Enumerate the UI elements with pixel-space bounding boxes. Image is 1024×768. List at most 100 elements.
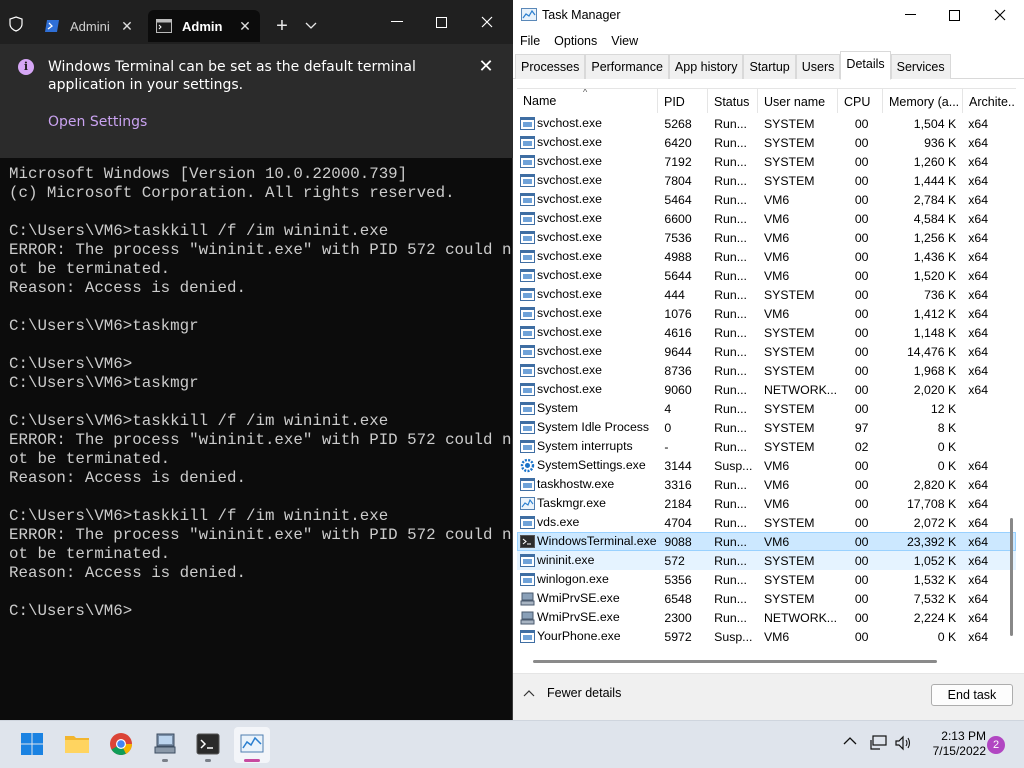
minimize-button[interactable] [374, 4, 420, 40]
table-row[interactable]: svchost.exe 5644 Run... VM6 00 1,520 K x64 [517, 266, 1016, 285]
table-row[interactable]: svchost.exe 7192 Run... SYSTEM 00 1,260 K x64 [517, 152, 1016, 171]
table-row[interactable]: svchost.exe 9644 Run... SYSTEM 00 14,476 K x64 [517, 342, 1016, 361]
maximize-button[interactable] [931, 0, 977, 30]
terminal-icon [196, 733, 220, 758]
column-header-pid[interactable]: PID [658, 89, 708, 113]
tab-services[interactable]: Services [890, 54, 951, 79]
tab-performance[interactable]: Performance [585, 54, 669, 79]
table-row[interactable]: svchost.exe 5464 Run... VM6 00 2,784 K x64 [517, 190, 1016, 209]
taskbar-chrome[interactable] [103, 727, 139, 763]
process-name: Taskmgr.exe [537, 496, 607, 510]
table-row[interactable]: svchost.exe 4988 Run... VM6 00 1,436 K x64 [517, 247, 1016, 266]
table-row[interactable]: svchost.exe 9060 Run... NETWORK... 00 2,020 K… [517, 380, 1016, 399]
table-row[interactable]: svchost.exe 8736 Run... SYSTEM 00 1,968 K x64 [517, 361, 1016, 380]
chevron-up-icon[interactable] [843, 735, 861, 753]
menu-options[interactable]: Options [547, 32, 604, 50]
terminal-window[interactable]: Admini ✕ Admin ✕ + i Windows Terminal ca… [0, 0, 513, 720]
service-app-icon [519, 383, 535, 397]
process-name: svchost.exe [537, 306, 602, 320]
cell-name: svchost.exe [518, 267, 658, 284]
taskbar-computer-management[interactable] [147, 727, 183, 763]
menu-view[interactable]: View [604, 32, 645, 50]
service-app-icon [519, 630, 535, 644]
table-row[interactable]: svchost.exe 5268 Run... SYSTEM 00 1,504 K x64 [517, 114, 1016, 133]
open-settings-link[interactable]: Open Settings [48, 114, 147, 130]
chevron-down-icon[interactable] [300, 12, 322, 40]
clock[interactable]: 2:13 PM 7/15/2022 [916, 729, 986, 759]
terminal-titlebar[interactable]: Admini ✕ Admin ✕ + [0, 0, 513, 44]
tab-details[interactable]: Details [840, 51, 891, 80]
maximize-button[interactable] [418, 4, 464, 40]
cell-pid: 4616 [664, 326, 692, 340]
cell-pid: 5972 [664, 630, 692, 644]
cell-name: svchost.exe [518, 153, 658, 170]
cell-status: Susp... [714, 459, 753, 473]
cell-arch: x64 [968, 250, 989, 264]
close-icon[interactable]: ✕ [238, 18, 252, 35]
taskmgr-icon [240, 733, 264, 758]
volume-icon[interactable] [894, 735, 914, 753]
service-app-icon [519, 516, 535, 530]
column-header-cpu[interactable]: CPU [838, 89, 883, 113]
tab-admin-powershell[interactable]: Admini ✕ [36, 10, 142, 42]
table-row[interactable]: vds.exe 4704 Run... SYSTEM 00 2,072 K x64 [517, 513, 1016, 532]
table-row[interactable]: svchost.exe 6420 Run... SYSTEM 00 936 K x64 [517, 133, 1016, 152]
taskbar-task-manager[interactable] [234, 727, 270, 763]
menu-file[interactable]: File [513, 32, 547, 50]
taskbar-file-explorer[interactable] [59, 727, 95, 763]
table-row[interactable]: WmiPrvSE.exe 6548 Run... SYSTEM 00 7,532 K x64 [517, 589, 1016, 608]
process-name: svchost.exe [537, 287, 602, 301]
tab-processes[interactable]: Processes [515, 54, 586, 79]
cell-status: Run... [714, 345, 747, 359]
cell-pid: 7192 [664, 155, 692, 169]
table-row[interactable]: wininit.exe 572 Run... SYSTEM 00 1,052 K x64 [517, 551, 1016, 570]
table-row[interactable]: svchost.exe 6600 Run... VM6 00 4,584 K x64 [517, 209, 1016, 228]
new-tab-button[interactable]: + [268, 12, 296, 40]
vertical-scrollbar[interactable] [1010, 518, 1013, 636]
taskbar-terminal[interactable] [190, 727, 226, 763]
table-row[interactable]: svchost.exe 1076 Run... VM6 00 1,412 K x64 [517, 304, 1016, 323]
clock-time: 2:13 PM [941, 729, 986, 743]
tab-admin-cmd[interactable]: Admin ✕ [148, 10, 260, 42]
table-row[interactable]: svchost.exe 7804 Run... SYSTEM 00 1,444 K x64 [517, 171, 1016, 190]
close-icon[interactable]: ✕ [476, 56, 496, 76]
table-row[interactable]: svchost.exe 444 Run... SYSTEM 00 736 K x64 [517, 285, 1016, 304]
fewer-details-button[interactable]: Fewer details [523, 686, 621, 700]
terminal-output[interactable]: Microsoft Windows [Version 10.0.22000.73… [9, 165, 511, 621]
table-row[interactable]: System 4 Run... SYSTEM 00 12 K [517, 399, 1016, 418]
table-row[interactable]: WindowsTerminal.exe 9088 Run... VM6 00 23,392… [517, 532, 1016, 551]
table-row[interactable]: Taskmgr.exe 2184 Run... VM6 00 17,708 K x64 [517, 494, 1016, 513]
notification-badge[interactable]: 2 [987, 736, 1005, 754]
column-header-user[interactable]: User name [758, 89, 838, 113]
table-row[interactable]: WmiPrvSE.exe 2300 Run... NETWORK... 00 2,224 … [517, 608, 1016, 627]
table-row[interactable]: System Idle Process 0 Run... SYSTEM 97 8 K [517, 418, 1016, 437]
close-button[interactable] [464, 4, 510, 40]
table-row[interactable]: YourPhone.exe 5972 Susp... VM6 00 0 K x64 [517, 627, 1016, 646]
tab-app-history[interactable]: App history [668, 54, 744, 79]
table-row[interactable]: taskhostw.exe 3316 Run... VM6 00 2,820 K x64 [517, 475, 1016, 494]
column-header-status[interactable]: Status [708, 89, 758, 113]
network-icon[interactable] [870, 735, 890, 753]
column-header-architecture[interactable]: Archite... [963, 89, 1016, 113]
cell-user: SYSTEM [763, 592, 815, 606]
task-manager-window[interactable]: Task Manager File Options View Processes… [513, 0, 1024, 720]
cell-pid: 5644 [664, 269, 692, 283]
table-row[interactable]: svchost.exe 4616 Run... SYSTEM 00 1,148 K x64 [517, 323, 1016, 342]
tab-users[interactable]: Users [795, 54, 841, 79]
column-header-name[interactable]: Name ^ [517, 89, 658, 113]
minimize-button[interactable] [887, 0, 933, 30]
process-name: svchost.exe [537, 363, 602, 377]
horizontal-scrollbar[interactable] [533, 660, 937, 663]
table-row[interactable]: winlogon.exe 5356 Run... SYSTEM 00 1,532 K x64 [517, 570, 1016, 589]
close-icon[interactable]: ✕ [120, 18, 134, 35]
start-button[interactable] [14, 727, 50, 763]
column-header-memory[interactable]: Memory (a... [883, 89, 963, 113]
table-row[interactable]: SystemSettings.exe 3144 Susp... VM6 00 0 K x64 [517, 456, 1016, 475]
close-button[interactable] [977, 0, 1023, 30]
end-task-button[interactable]: End task [931, 684, 1013, 706]
cell-cpu: 00 [854, 402, 869, 416]
table-row[interactable]: svchost.exe 7536 Run... VM6 00 1,256 K x64 [517, 228, 1016, 247]
table-row[interactable]: System interrupts - Run... SYSTEM 02 0 K [517, 437, 1016, 456]
cell-mem: 1,256 K [913, 231, 957, 245]
tab-startup[interactable]: Startup [743, 54, 796, 79]
